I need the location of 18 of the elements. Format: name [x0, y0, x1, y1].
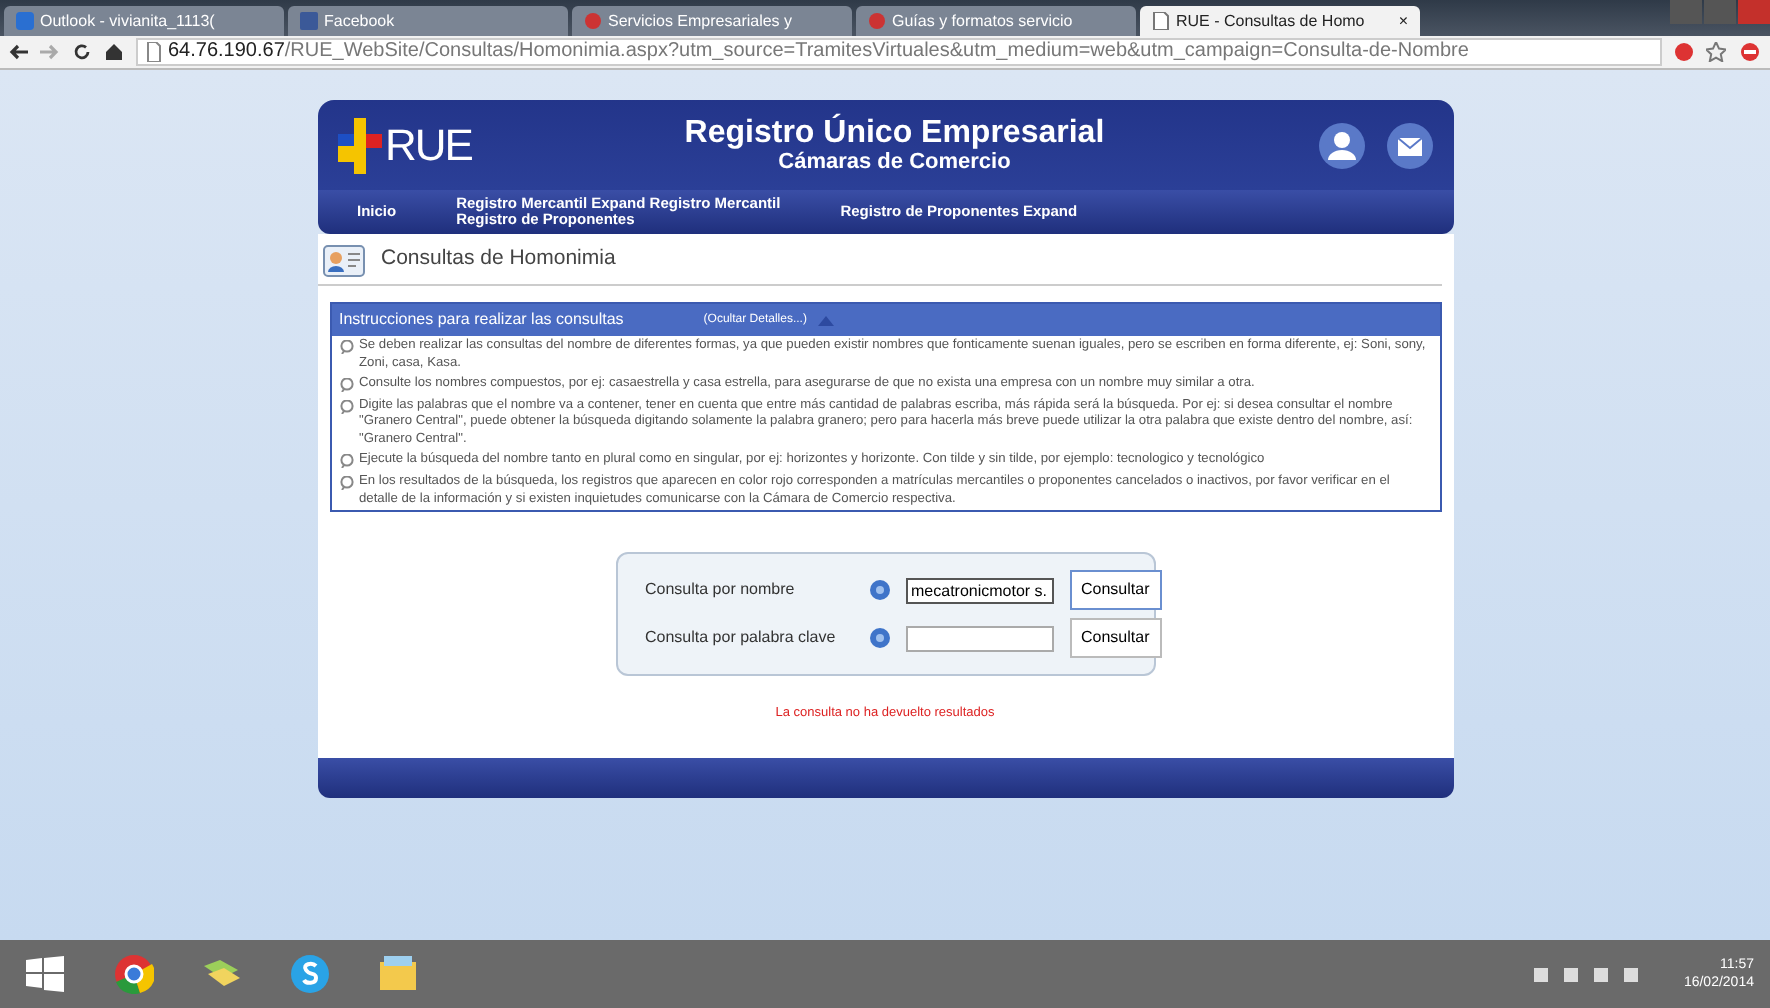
close-tab-button[interactable]: × [1398, 9, 1408, 33]
site-subtitle: Cámaras de Comercio [776, 150, 1013, 175]
browser-tab[interactable]: Outlook - vivianita_1113( [4, 6, 284, 36]
browser-tab[interactable]: Facebook [288, 6, 568, 36]
panel-title: Instrucciones para realizar las consultas [339, 308, 624, 332]
address-bar[interactable]: 64.76.190.67/RUE_WebSite/Consultas/Homonimia.aspx?utm_source=TramitesVirtuales&utm_medium=web&utm_campaign=Consulta-de-Nombre [136, 38, 1662, 66]
field-label: Consulta por palabra clave [645, 626, 838, 651]
browser-tab[interactable]: Guías y formatos servicio [856, 6, 1136, 36]
search-field[interactable]: mecatronicmotor s. [905, 577, 1053, 604]
field-label: Consulta por nombre [645, 578, 797, 603]
url-text: 64.76.190.67/RUE_WebSite/Consultas/Homonimia.aspx?utm_source=TramitesVirtuales&utm_medium=web&utm_campaign=Consulta-de-Nombre [168, 40, 1469, 64]
browser-tab[interactable]: Servicios Empresariales y [572, 6, 852, 36]
search-button[interactable]: Consultar [1069, 618, 1162, 659]
page-title: Consultas de Homonimia [381, 243, 616, 274]
browser-tab[interactable]: RUE - Consultas de Homo × [1140, 6, 1420, 36]
site-title: Registro Único Empresarial [682, 115, 1107, 151]
search-button[interactable]: Consultar [1069, 570, 1162, 611]
logo-text: RUE [385, 118, 472, 174]
